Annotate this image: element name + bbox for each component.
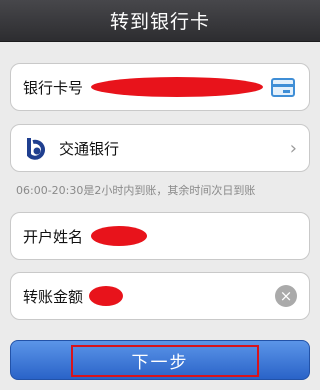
page-header: 转到银行卡: [0, 0, 320, 42]
card-number-field[interactable]: 银行卡号: [10, 63, 310, 111]
redacted-card-number: [91, 77, 264, 97]
page-title: 转到银行卡: [109, 11, 210, 33]
chevron-right-icon: ›: [289, 138, 297, 159]
transfer-amount-field[interactable]: 转账金额 ×: [10, 272, 310, 320]
clear-icon[interactable]: ×: [275, 285, 297, 307]
account-name-label: 开户姓名: [23, 227, 84, 246]
next-step-label: 下一步: [131, 352, 189, 373]
transfer-amount-label: 转账金额: [23, 287, 84, 306]
arrival-time-hint: 06:00-20:30是2小时内到账，其余时间次日到账: [16, 184, 256, 197]
redacted-amount: [89, 286, 124, 306]
card-number-label: 银行卡号: [23, 78, 84, 97]
bank-name: 交通银行: [59, 139, 120, 158]
next-step-button[interactable]: 下一步: [10, 340, 310, 380]
account-name-field[interactable]: 开户姓名: [10, 212, 310, 260]
card-icon[interactable]: [271, 78, 295, 97]
redacted-account-name: [91, 226, 148, 246]
bank-select[interactable]: 交通银行 ›: [10, 124, 310, 172]
bank-logo-icon: [23, 135, 49, 161]
